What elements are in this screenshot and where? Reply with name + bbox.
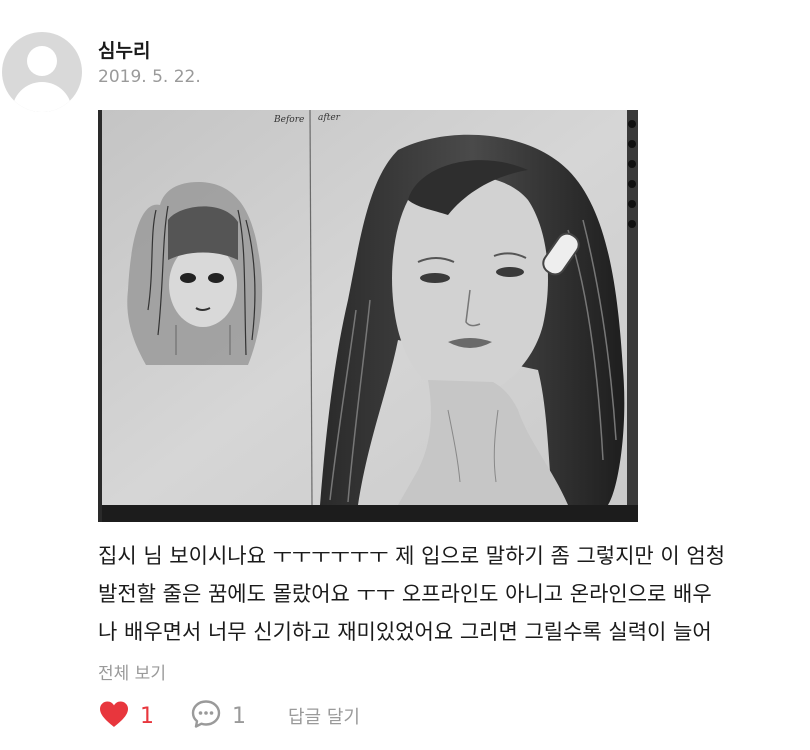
avatar-body <box>12 82 72 112</box>
heart-icon <box>98 700 130 732</box>
speech-bubble-icon <box>190 699 222 733</box>
drawing-photo: Before after <box>98 110 638 522</box>
review-card: 심누리 2019. 5. 22. Before after 집시 님 보이시나요… <box>0 0 810 750</box>
before-sketch <box>127 182 263 365</box>
reply-button[interactable]: 답글 달기 <box>288 703 360 729</box>
after-label: after <box>318 113 341 123</box>
comment-count: 1 <box>232 703 246 729</box>
comment-button[interactable]: 1 <box>190 699 246 733</box>
author-name[interactable]: 심누리 <box>98 36 150 63</box>
review-text-line: 집시 님 보이시나요 ㅜㅜㅜㅜㅜㅜ 제 입으로 말하기 좀 그렇지만 이 엄청 <box>98 544 726 568</box>
review-text: 집시 님 보이시나요 ㅜㅜㅜㅜㅜㅜ 제 입으로 말하기 좀 그렇지만 이 엄청 … <box>98 537 810 651</box>
review-photo[interactable]: Before after <box>98 110 638 522</box>
review-text-line: 나 배우면서 너무 신기하고 재미있었어요 그리면 그릴수록 실력이 늘어 <box>98 620 712 644</box>
before-label: Before <box>273 115 304 125</box>
review-actions: 1 1 답글 달기 <box>98 698 360 734</box>
like-button[interactable]: 1 <box>98 700 154 732</box>
spiral-binding <box>627 110 638 505</box>
like-count: 1 <box>140 703 154 729</box>
avatar-head <box>27 46 57 76</box>
see-all-link[interactable]: 전체 보기 <box>98 659 166 684</box>
review-text-line: 발전할 줄은 꿈에도 몰랐어요 ㅜㅜ 오프라인도 아니고 온라인으로 배우 <box>98 582 712 606</box>
avatar[interactable] <box>2 32 82 112</box>
review-date: 2019. 5. 22. <box>98 67 201 87</box>
